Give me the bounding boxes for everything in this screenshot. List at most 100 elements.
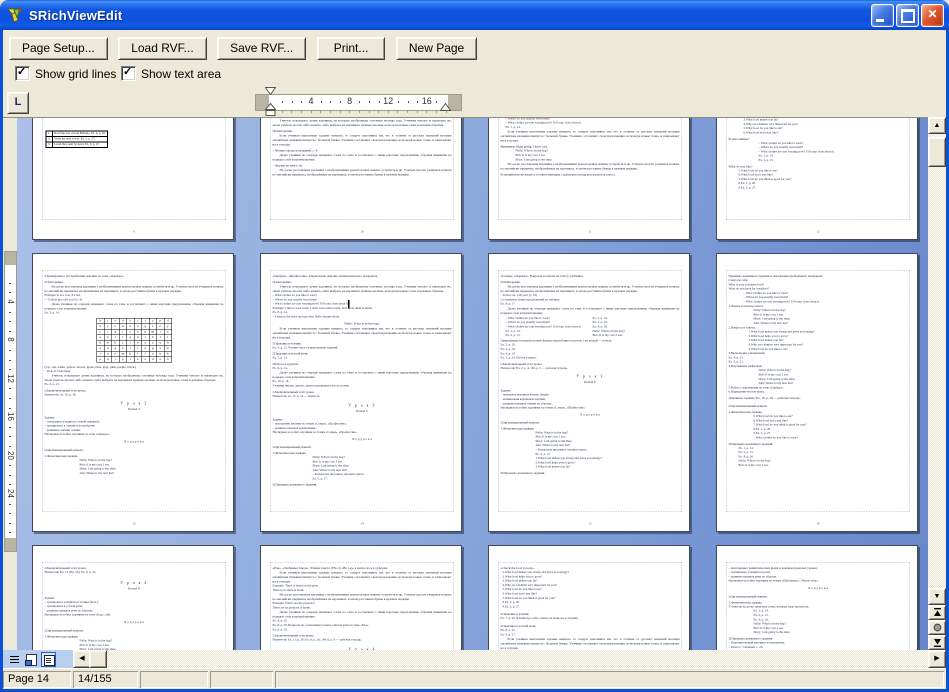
view-mode-bar	[3, 650, 73, 668]
page-number: 14	[261, 522, 462, 526]
thumbnails-view-icon	[44, 655, 55, 666]
status-panel-4	[210, 671, 273, 688]
status-page-label: Page 14	[3, 671, 71, 688]
scroll-up-button[interactable]: ▲	[928, 117, 946, 134]
thumbnails-view-button[interactable]	[41, 652, 56, 667]
first-line-indent-marker[interactable]	[265, 87, 276, 95]
page-number: 11	[489, 230, 690, 234]
vertical-scroll-thumb[interactable]	[928, 137, 946, 167]
page-content: Учитель показывает детям картинки, на ко…	[489, 117, 690, 240]
ruler-row: L 481216	[3, 87, 946, 117]
ruler-subtick	[397, 111, 398, 113]
print-button[interactable]: Print...	[317, 37, 386, 60]
ruler-number: 8	[6, 334, 15, 345]
new-page-button[interactable]: New Page	[396, 37, 477, 60]
page-thumbnail[interactable]: Проверка домашнего задания и повторение …	[716, 253, 918, 532]
right-arrow-icon: ▶	[934, 655, 939, 662]
horizontal-ruler[interactable]: 481216	[255, 94, 462, 111]
document-canvas[interactable]: 1.Read the text «Great Britain». Ех. 4, …	[17, 117, 928, 650]
ruler-number: 12	[6, 373, 15, 384]
page-thumbnail[interactable]: 1.Read the text «Great Britain». Ех. 4, …	[32, 117, 234, 240]
maximize-button[interactable]	[896, 4, 919, 27]
vertical-ruler[interactable]: 4812162024	[4, 251, 17, 552]
ruler-subtick	[417, 111, 418, 113]
ruler-number: 16	[6, 411, 15, 422]
vertical-ruler-lane: 4812162024	[3, 117, 17, 650]
tab-alignment-selector[interactable]: L	[7, 92, 29, 114]
page-content: 1.Read the text «Great Britain». Ех. 4, …	[33, 117, 234, 240]
page-layout-icon-accent	[25, 660, 32, 666]
ruler-number: 20	[6, 450, 15, 461]
ruler-tick	[9, 436, 11, 437]
ruler-subtick	[369, 111, 370, 113]
show-grid-lines-checkbox[interactable]: ✓	[15, 66, 30, 81]
ruler-tick	[379, 101, 380, 103]
page-content: І.Тренировка в употреблении лексики по т…	[33, 254, 234, 532]
page-content: І.Заключительный этап урока.Homework: Ех…	[33, 546, 234, 650]
browse-ball-icon	[933, 623, 942, 632]
ruler-tick	[9, 484, 11, 485]
page-content: Проверка домашнего задания и повторение …	[717, 254, 918, 532]
ruler-tick	[9, 388, 11, 389]
page-number: 16	[717, 522, 918, 526]
page-thumbnail[interactable]: На доске расставлены картинки с изображе…	[260, 117, 462, 240]
titlebar[interactable]: SRichViewEdit ✕	[0, 0, 949, 30]
ruler-number: 4	[308, 96, 313, 106]
horizontal-scrollbar[interactable]: ◀ ▶	[3, 650, 946, 668]
ruler-tick	[9, 504, 11, 505]
page-setup-button[interactable]: Page Setup...	[9, 37, 108, 60]
right-indent-marker[interactable]	[440, 103, 451, 111]
load-rvf-button[interactable]: Load RVF...	[118, 37, 206, 60]
show-text-area-checkbox[interactable]: ✓	[121, 66, 136, 81]
page-layout-view-button[interactable]	[24, 652, 39, 667]
maximize-icon	[901, 9, 915, 23]
page-thumbnail[interactable]: «Семья», «Одежда». Вопросы и ответы по т…	[488, 253, 690, 532]
page-thumbnail[interactable]: І.Заключительный этап урока.Homework: Ех…	[32, 545, 234, 650]
ruler-subtick	[446, 111, 447, 113]
ruler-tick	[9, 360, 11, 361]
save-rvf-button[interactable]: Save RVF...	[217, 37, 306, 60]
draft-view-button[interactable]	[7, 652, 22, 667]
ruler-number: 16	[422, 96, 432, 106]
vertical-scrollbar[interactable]: ▲ ▼	[928, 117, 946, 650]
page-thumbnail[interactable]: І.Тренировка в употреблении лексики по т…	[32, 253, 234, 532]
ruler-subtick	[349, 111, 350, 113]
page-number: 15	[489, 522, 690, 526]
scroll-down-button[interactable]: ▼	[928, 588, 946, 605]
ruler-tick	[9, 398, 11, 399]
window-title: SRichViewEdit	[29, 8, 122, 23]
page-thumbnail[interactable]: Учитель показывает детям картинки, на ко…	[488, 117, 690, 240]
page-thumbnail[interactable]: – повторение грамматических форм и лекси…	[716, 545, 918, 650]
close-button[interactable]: ✕	[921, 4, 944, 27]
horizontal-scroll-thumb[interactable]	[89, 650, 107, 668]
next-page-button[interactable]	[928, 635, 946, 650]
hanging-indent-marker[interactable]	[265, 103, 276, 116]
page-content: «Check the food you eat».1.What food mak…	[489, 546, 690, 650]
ruler-subtick	[301, 111, 302, 113]
minimize-button[interactable]	[871, 4, 894, 27]
page-content: «Еда». «Любимые блюда». Чтение текста (Е…	[261, 546, 462, 650]
previous-page-button[interactable]	[928, 605, 946, 620]
page-number: 9	[33, 230, 234, 234]
ruler-tick	[398, 101, 399, 103]
ruler-subtick	[340, 111, 341, 113]
show-text-area-label: Show text area	[141, 67, 221, 81]
ruler-tick	[9, 475, 11, 476]
ruler-subtick	[311, 111, 312, 113]
ruler-subtick	[359, 111, 360, 113]
page-thumbnail[interactable]: «Check the food you eat».1.What food mak…	[488, 545, 690, 650]
statusbar: Page 14 14/155	[3, 668, 946, 690]
ruler-number: 8	[347, 96, 352, 106]
status-panel-3	[140, 671, 208, 688]
select-browse-object-button[interactable]	[928, 620, 946, 635]
ruler-tick	[9, 465, 11, 466]
page-thumbnail[interactable]: 1.Фонетическая зарядка1.What food makes …	[716, 117, 918, 240]
page-thumbnail[interactable]: «Одежда», «Профессии». Закрепление лекси…	[260, 253, 462, 532]
scroll-right-button[interactable]: ▶	[928, 650, 946, 668]
app-icon	[6, 6, 24, 24]
ruler-number: 4	[6, 296, 15, 307]
options-row: ✓ Show grid lines ✓ Show text area	[3, 62, 946, 87]
check-icon: ✓	[17, 65, 26, 78]
page-thumbnail[interactable]: «Еда». «Любимые блюда». Чтение текста (Е…	[260, 545, 462, 650]
page-content: На доске расставлены картинки с изображе…	[261, 117, 462, 240]
